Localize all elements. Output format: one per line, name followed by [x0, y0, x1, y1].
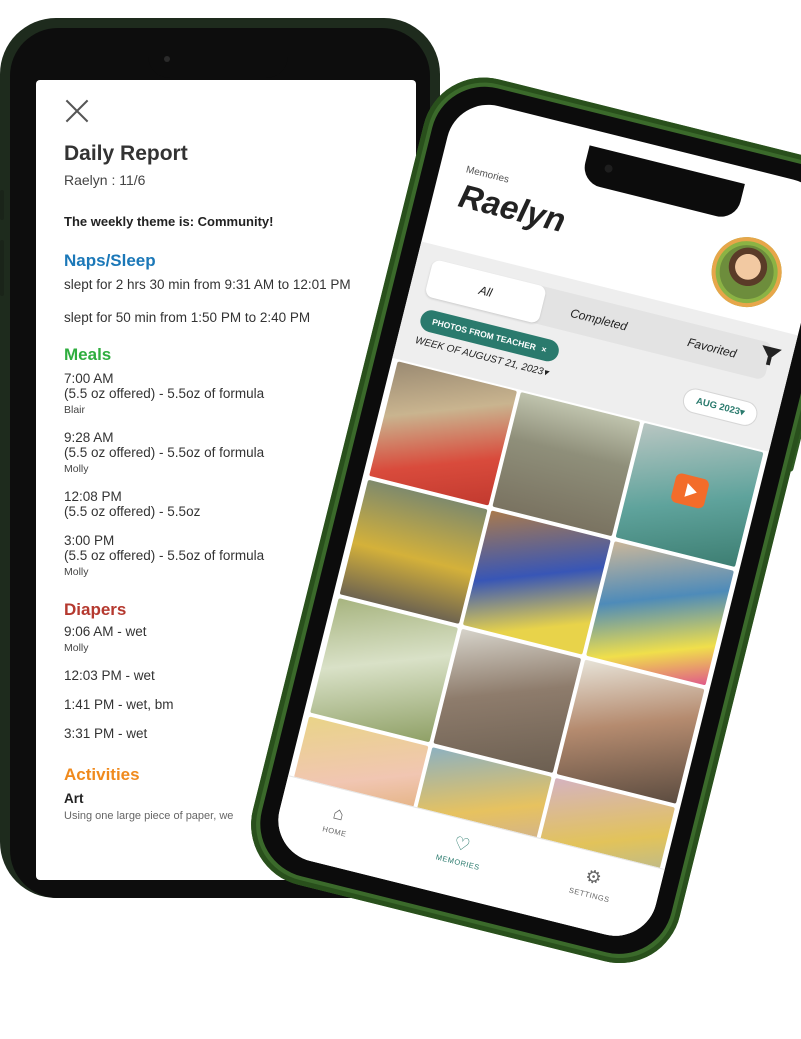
nav-home[interactable]: ⌂ HOME [321, 801, 354, 839]
report-subtitle: Raelyn : 11/6 [64, 172, 146, 188]
memories-header: Memories Raelyn [455, 164, 572, 240]
tab-favorited[interactable]: Favorited [651, 315, 773, 380]
photo-thumbnail[interactable] [556, 659, 705, 804]
heart-icon: ♡ [451, 832, 473, 856]
meals-heading: Meals [64, 345, 112, 364]
nav-label: MEMORIES [434, 852, 481, 873]
month-label: AUG 2023 [694, 395, 742, 418]
nap-entry: slept for 50 min from 1:50 PM to 2:40 PM [64, 310, 311, 325]
photo-thumbnail[interactable] [462, 510, 611, 655]
home-icon: ⌂ [331, 802, 347, 825]
photo-thumbnail[interactable] [586, 541, 734, 686]
report-title: Daily Report [64, 142, 188, 165]
nav-label: HOME [321, 824, 348, 839]
naps-heading: Naps/Sleep [64, 251, 156, 270]
nav-label: SETTINGS [568, 885, 611, 905]
chevron-down-icon: ▾ [738, 406, 746, 419]
nap-entry: slept for 2 hrs 30 min from 9:31 AM to 1… [64, 277, 351, 292]
nav-settings[interactable]: ⚙ SETTINGS [568, 862, 616, 904]
phone-side-button [0, 240, 4, 296]
chip-close-icon[interactable]: × [540, 344, 547, 355]
close-icon[interactable] [64, 98, 90, 124]
photo-thumbnail[interactable] [433, 628, 582, 774]
chevron-down-icon: ▾ [541, 366, 550, 379]
avatar-photo [713, 239, 780, 305]
camera-icon [603, 163, 614, 174]
gear-icon: ⚙ [583, 865, 605, 889]
play-icon[interactable] [669, 472, 711, 510]
phone-side-button [0, 190, 4, 220]
avatar[interactable] [704, 229, 790, 315]
photo-thumbnail[interactable] [339, 479, 488, 624]
phone-notch [148, 36, 288, 78]
weekly-theme: The weekly theme is: Community! [64, 214, 274, 229]
nav-memories[interactable]: ♡ MEMORIES [435, 829, 486, 872]
camera-icon [164, 56, 170, 62]
photo-thumbnail[interactable] [310, 598, 459, 743]
